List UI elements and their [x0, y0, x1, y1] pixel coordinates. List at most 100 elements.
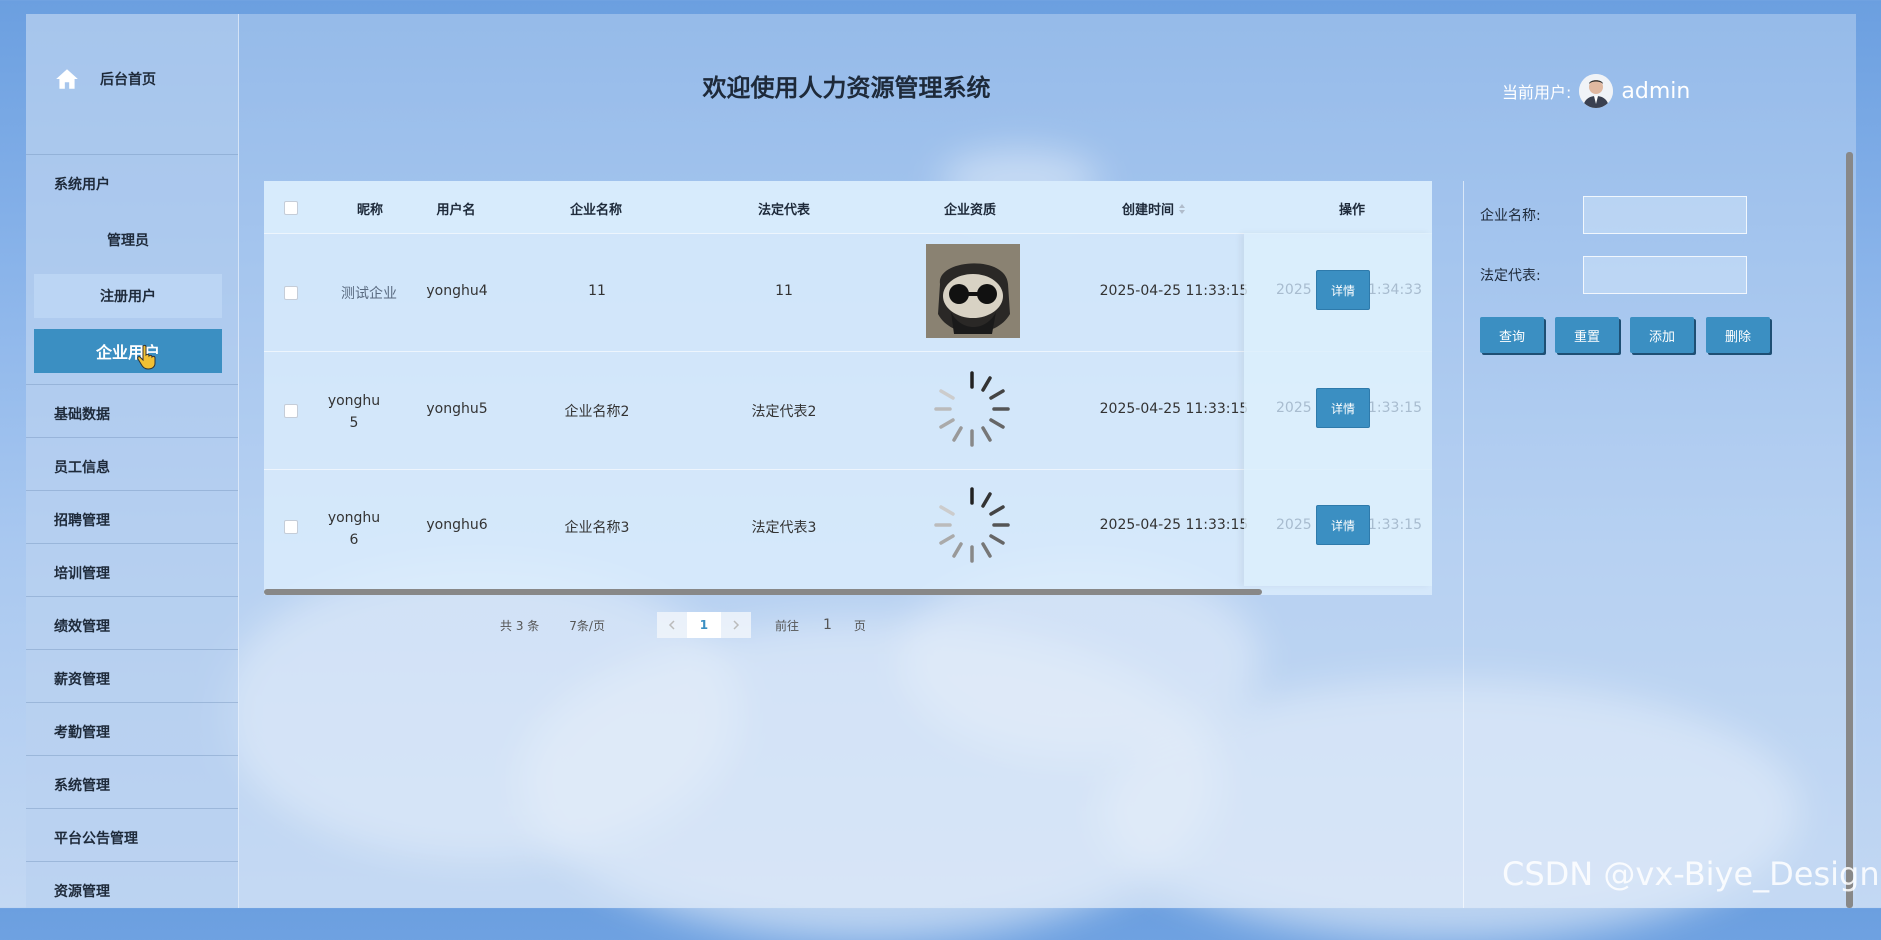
- delete-button[interactable]: 删除: [1706, 317, 1770, 353]
- add-button[interactable]: 添加: [1630, 317, 1694, 353]
- column-header-operations: 操作: [1338, 203, 1365, 218]
- detail-button[interactable]: 详情: [1316, 505, 1370, 545]
- qualification-image[interactable]: [926, 244, 1020, 338]
- row-checkbox[interactable]: [284, 286, 298, 300]
- column-header-created[interactable]: 创建时间: [1104, 199, 1204, 218]
- cell-username: yonghu6: [426, 517, 488, 533]
- row-checkbox[interactable]: [284, 404, 298, 418]
- ghost-time-prefix: 2025: [1276, 517, 1312, 533]
- column-header-label: 创建时间: [1121, 203, 1174, 218]
- next-page-button[interactable]: [720, 612, 751, 638]
- divider: [26, 437, 238, 438]
- page-number-current[interactable]: 1: [686, 612, 721, 638]
- divider: [26, 154, 238, 155]
- divider: [26, 755, 238, 756]
- sidebar: 后台首页 系统用户 管理员 注册用户 企业用户 基础数据 员工信息 招聘管理 培…: [26, 14, 239, 908]
- divider: [26, 808, 238, 809]
- divider: [26, 702, 238, 703]
- loading-spinner-icon: [934, 371, 1010, 447]
- company-name-input[interactable]: [1583, 196, 1747, 234]
- divider: [26, 649, 238, 650]
- cell-legal-rep: 法定代表2: [751, 404, 817, 420]
- cell-company: 企业名称3: [564, 520, 630, 536]
- column-header: 企业资质: [943, 203, 996, 218]
- current-user: 当前用户: admin: [1502, 74, 1690, 108]
- divider: [26, 596, 238, 597]
- row-checkbox[interactable]: [284, 520, 298, 534]
- avatar[interactable]: [1579, 74, 1614, 108]
- cell-legal-rep: 11: [775, 283, 793, 299]
- nickname-line: 5: [349, 415, 359, 431]
- total-count: 共 3 条: [500, 618, 540, 633]
- sort-icon[interactable]: [1178, 203, 1186, 215]
- sidebar-item-salary[interactable]: 薪资管理: [54, 669, 110, 689]
- prev-page-button[interactable]: [656, 612, 687, 638]
- watermark: CSDN @vx-Biye_Design: [1502, 855, 1880, 893]
- column-header: 用户名: [436, 203, 476, 218]
- chevron-right-icon: [733, 620, 740, 630]
- column-header: 企业名称: [569, 203, 622, 218]
- column-header: 法定代表: [757, 203, 810, 218]
- select-all-checkbox[interactable]: [284, 201, 298, 215]
- cell-username: yonghu4: [426, 283, 488, 299]
- nickname-line: 6: [349, 532, 359, 548]
- fixed-operations-column: 2025 1:34:33 详情 2025 1:33:15 详情 2025 1:3…: [1244, 233, 1432, 586]
- avatar-icon: [1579, 74, 1614, 108]
- divider: [26, 543, 238, 544]
- cell-nickname: yonghu 5: [314, 390, 394, 434]
- goto-page-input[interactable]: 1: [823, 617, 832, 633]
- divider: [26, 490, 238, 491]
- detail-button[interactable]: 详情: [1316, 388, 1370, 428]
- username: admin: [1621, 78, 1691, 104]
- sidebar-item-resources[interactable]: 资源管理: [54, 881, 110, 901]
- sidebar-item-recruitment[interactable]: 招聘管理: [54, 510, 110, 530]
- enterprise-user-table: 昵称 用户名 企业名称 法定代表 企业资质 创建时间 测试企业 yonghu4 …: [264, 181, 1432, 595]
- sidebar-item-training[interactable]: 培训管理: [54, 563, 110, 583]
- cell-nickname: yonghu 6: [314, 507, 394, 551]
- cell-created-time: 2025-04-25 11:33:15: [1099, 517, 1249, 533]
- nickname-line: yonghu: [327, 510, 381, 526]
- reset-button[interactable]: 重置: [1555, 317, 1619, 353]
- sidebar-subitem-admin[interactable]: 管理员: [34, 218, 222, 262]
- company-name-label: 企业名称:: [1480, 208, 1541, 224]
- ghost-time-prefix: 2025: [1276, 400, 1312, 416]
- goto-label: 前往: [774, 618, 799, 633]
- cell-company: 企业名称2: [564, 404, 630, 420]
- sidebar-subitem-enterprise-users[interactable]: 企业用户: [34, 329, 222, 373]
- loading-spinner-icon: [934, 487, 1010, 563]
- divider: [26, 384, 238, 385]
- sidebar-item-system-management[interactable]: 系统管理: [54, 775, 110, 795]
- ghost-time-suffix: 1:33:15: [1368, 517, 1422, 533]
- cell-legal-rep: 法定代表3: [751, 520, 817, 536]
- divider: [26, 861, 238, 862]
- sidebar-item-announcements[interactable]: 平台公告管理: [54, 828, 138, 848]
- sidebar-item-basic-data[interactable]: 基础数据: [54, 404, 110, 424]
- legal-rep-input[interactable]: [1583, 256, 1747, 294]
- nickname-line: yonghu: [327, 393, 381, 409]
- sidebar-subitem-registered-users[interactable]: 注册用户: [34, 274, 222, 318]
- cell-created-time: 2025-04-25 11:33:15: [1099, 401, 1249, 417]
- table-header: 昵称 用户名 企业名称 法定代表 企业资质 创建时间: [264, 181, 1432, 233]
- detail-button[interactable]: 详情: [1316, 270, 1370, 310]
- cell-created-time: 2025-04-25 11:33:15: [1099, 283, 1249, 299]
- sidebar-item-performance[interactable]: 绩效管理: [54, 616, 110, 636]
- sidebar-item-attendance[interactable]: 考勤管理: [54, 722, 110, 742]
- column-header: 昵称: [356, 203, 383, 218]
- sidebar-item-employee-info[interactable]: 员工信息: [54, 457, 110, 477]
- current-user-label: 当前用户:: [1502, 83, 1572, 102]
- page-size-select[interactable]: 7条/页: [569, 617, 605, 634]
- page-suffix: 页: [853, 618, 866, 633]
- hand-cursor-icon: [137, 344, 156, 370]
- search-panel: 企业名称: 法定代表: 查询 重置 添加 删除: [1463, 181, 1852, 908]
- ghost-time-suffix: 1:33:15: [1368, 400, 1422, 416]
- chevron-left-icon: [668, 620, 675, 630]
- ghost-time-prefix: 2025: [1276, 282, 1312, 298]
- legal-rep-label: 法定代表:: [1480, 268, 1541, 284]
- horizontal-scrollbar[interactable]: [264, 589, 1262, 595]
- cell-username: yonghu5: [426, 401, 488, 417]
- pagination: 共 3 条 7条/页 1 前往 1 页: [500, 612, 866, 638]
- vertical-scrollbar[interactable]: [1846, 152, 1853, 908]
- sidebar-item-system-users[interactable]: 系统用户: [54, 174, 110, 194]
- ghost-time-suffix: 1:34:33: [1368, 282, 1422, 298]
- query-button[interactable]: 查询: [1480, 317, 1544, 353]
